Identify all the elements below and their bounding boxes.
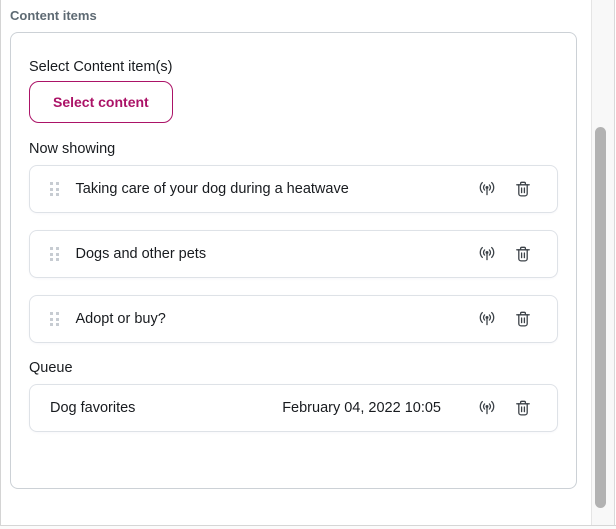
content-item-title: Taking care of your dog during a heatwav…: [76, 181, 349, 197]
queue-list: Dog favorites February 04, 2022 10:05: [29, 384, 558, 432]
trash-icon[interactable]: [513, 179, 533, 199]
drag-handle-icon[interactable]: [50, 312, 59, 326]
broadcast-icon[interactable]: [477, 244, 497, 264]
broadcast-icon[interactable]: [477, 179, 497, 199]
queue-label: Queue: [29, 360, 558, 376]
content-item-title: Adopt or buy?: [76, 311, 166, 327]
queue-item-title: Dog favorites: [50, 400, 135, 416]
content-item-row: Taking care of your dog during a heatwav…: [29, 165, 558, 213]
content-item-row: Adopt or buy?: [29, 295, 558, 343]
select-content-label: Select Content item(s): [29, 59, 558, 75]
trash-icon[interactable]: [513, 244, 533, 264]
window-left-border: [0, 0, 1, 529]
content-item-title: Dogs and other pets: [76, 246, 207, 262]
select-content-button[interactable]: Select content: [29, 81, 173, 123]
queue-item-timestamp: February 04, 2022 10:05: [282, 400, 441, 416]
content-items-label: Content items: [10, 8, 97, 23]
drag-handle-icon[interactable]: [50, 247, 59, 261]
broadcast-icon[interactable]: [477, 309, 497, 329]
now-showing-label: Now showing: [29, 141, 558, 157]
vertical-scrollbar-thumb[interactable]: [595, 127, 606, 508]
broadcast-icon[interactable]: [477, 398, 497, 418]
content-items-panel: Select Content item(s) Select content No…: [10, 32, 577, 489]
now-showing-list: Taking care of your dog during a heatwav…: [29, 165, 558, 343]
queue-item-row: Dog favorites February 04, 2022 10:05: [29, 384, 558, 432]
trash-icon[interactable]: [513, 309, 533, 329]
content-item-row: Dogs and other pets: [29, 230, 558, 278]
vertical-scrollbar-track[interactable]: [591, 0, 615, 525]
drag-handle-icon[interactable]: [50, 182, 59, 196]
trash-icon[interactable]: [513, 398, 533, 418]
